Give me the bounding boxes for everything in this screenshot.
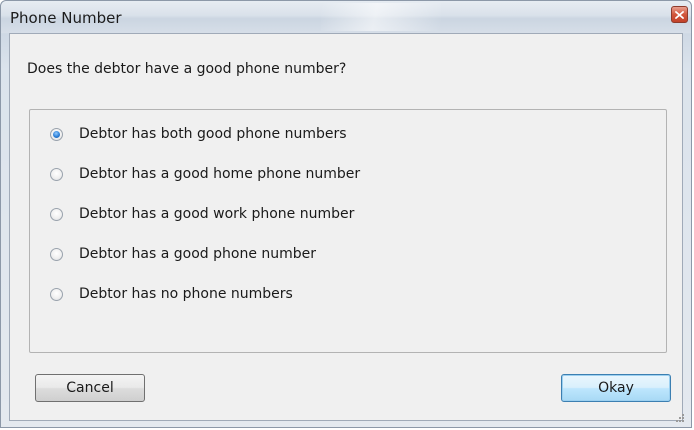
radio-icon[interactable]	[50, 247, 63, 261]
option-label: Debtor has a good phone number	[79, 246, 317, 262]
close-icon	[675, 10, 684, 19]
option-good-work[interactable]: Debtor has a good work phone number	[50, 204, 354, 224]
option-good-home[interactable]: Debtor has a good home phone number	[50, 164, 360, 184]
option-label: Debtor has no phone numbers	[79, 286, 293, 302]
option-label: Debtor has a good work phone number	[79, 206, 355, 222]
option-label: Debtor has a good home phone number	[79, 166, 361, 182]
question-label: Does the debtor have a good phone number…	[27, 61, 347, 77]
option-no-phone[interactable]: Debtor has no phone numbers	[50, 284, 293, 304]
radio-icon[interactable]	[50, 207, 63, 221]
radio-icon[interactable]	[50, 127, 63, 141]
okay-button[interactable]: Okay	[561, 374, 671, 402]
radio-icon[interactable]	[50, 287, 63, 301]
radio-icon[interactable]	[50, 167, 63, 181]
resize-grip-icon[interactable]	[675, 413, 685, 423]
title-bar[interactable]: Phone Number	[1, 1, 691, 33]
cancel-button[interactable]: Cancel	[35, 374, 145, 402]
option-label: Debtor has both good phone numbers	[79, 126, 347, 142]
close-button[interactable]	[671, 6, 688, 23]
dialog-title: Phone Number	[10, 9, 122, 27]
option-both-good[interactable]: Debtor has both good phone numbers	[50, 124, 347, 144]
option-good-phone[interactable]: Debtor has a good phone number	[50, 244, 316, 264]
phone-number-dialog: Phone Number Does the debtor have a good…	[0, 0, 692, 428]
phone-options-group: Debtor has both good phone numbers Debto…	[29, 109, 667, 353]
